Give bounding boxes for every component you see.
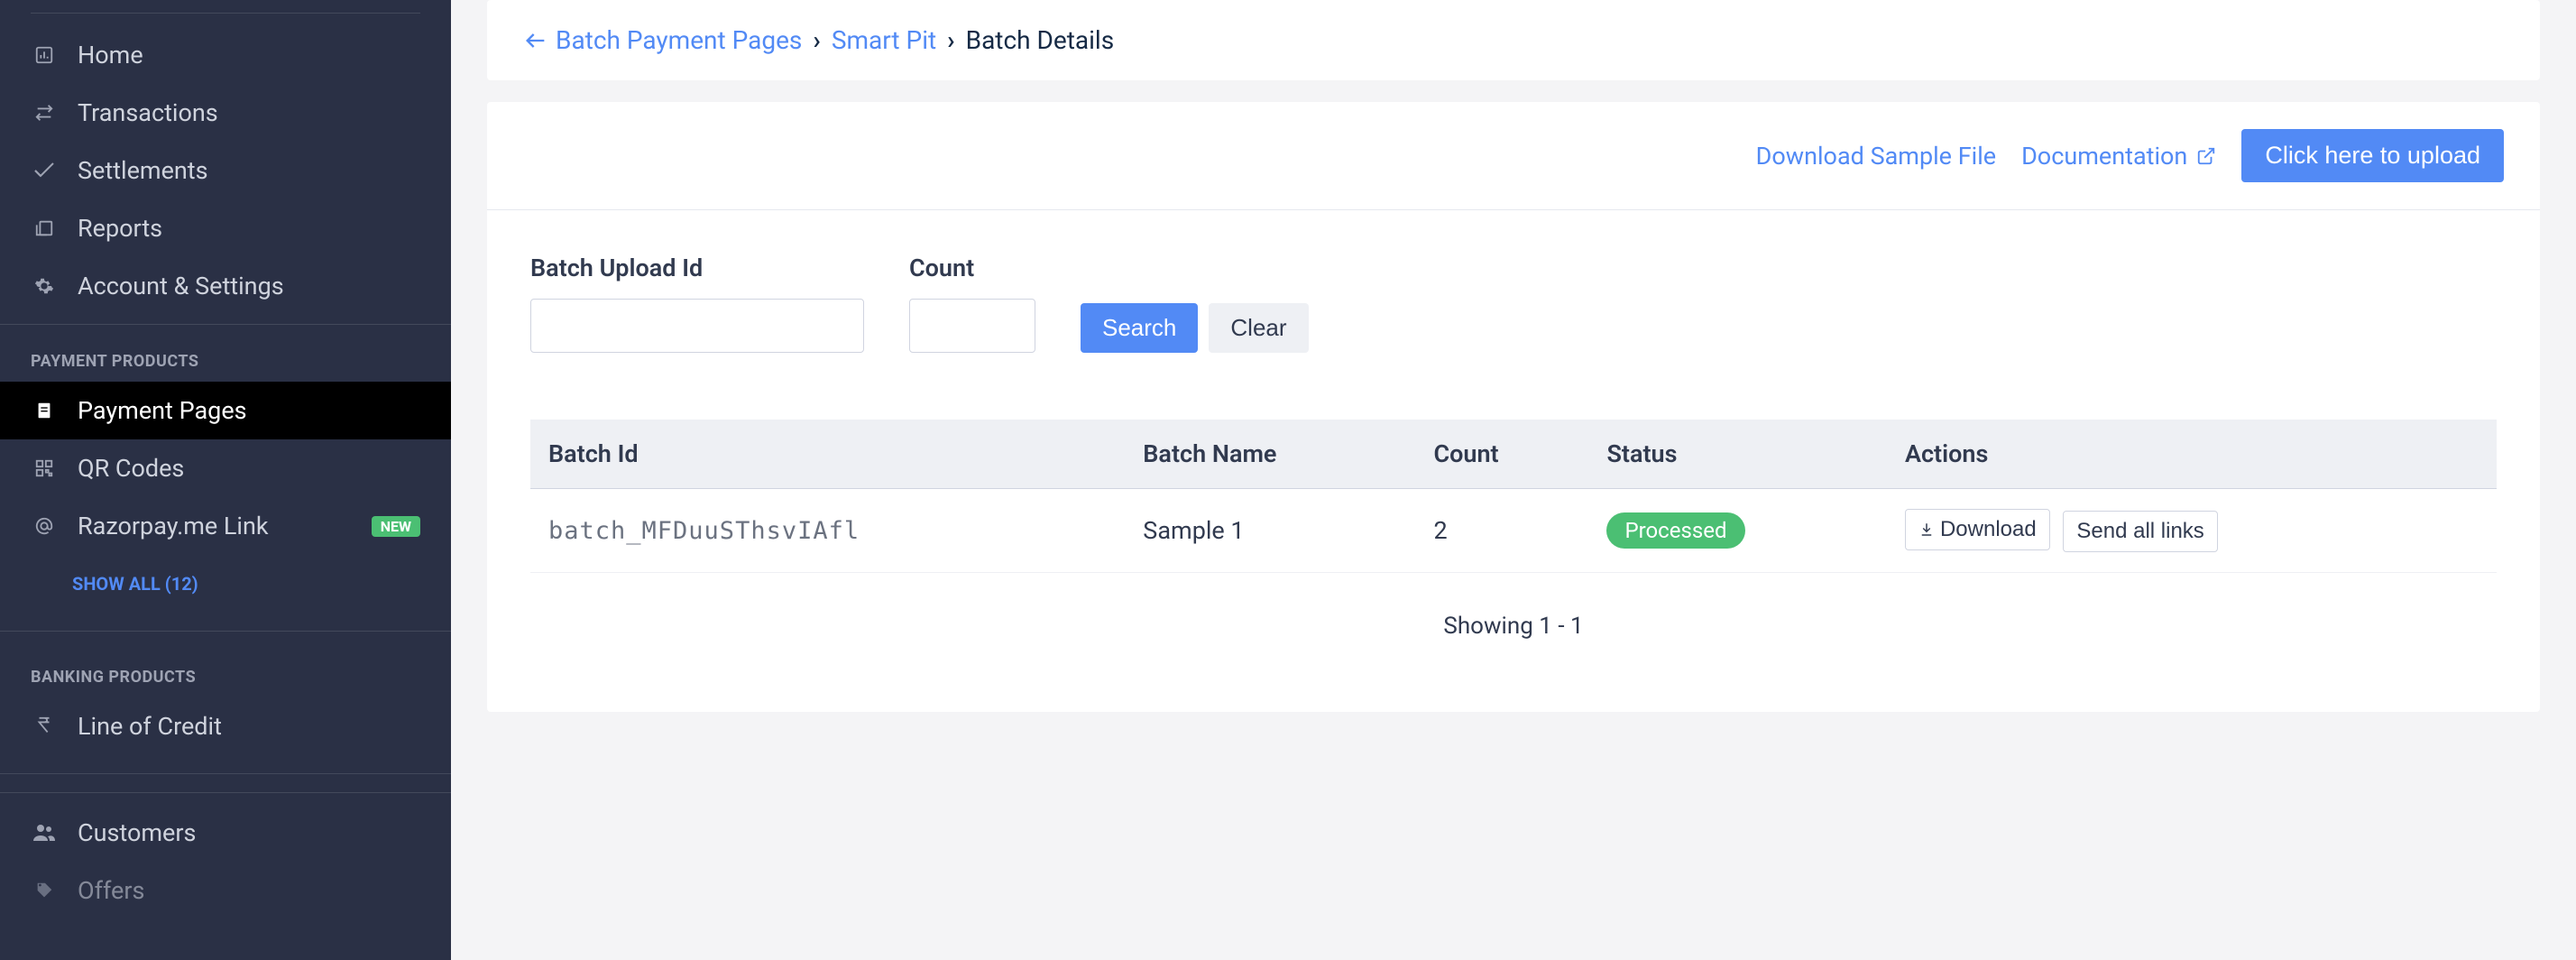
- breadcrumb-link-batch-payment-pages[interactable]: Batch Payment Pages: [556, 25, 802, 55]
- sidebar-item-line-of-credit[interactable]: Line of Credit: [0, 697, 451, 755]
- documentation-label: Documentation: [2021, 142, 2187, 171]
- sidebar-item-label: Transactions: [78, 98, 218, 127]
- download-icon: [1918, 522, 1935, 538]
- col-batch-name: Batch Name: [1125, 420, 1415, 489]
- pagination: Showing 1 - 1: [487, 573, 2540, 712]
- sidebar-item-account-settings[interactable]: Account & Settings: [0, 257, 451, 315]
- status-badge: Processed: [1606, 512, 1744, 549]
- table-header-row: Batch Id Batch Name Count Status Actions: [530, 420, 2497, 489]
- download-label: Download: [1940, 517, 2037, 542]
- table-row: batch_MFDuuSThsvIAfl Sample 1 2 Processe…: [530, 489, 2497, 573]
- sidebar-item-label: Account & Settings: [78, 272, 284, 300]
- chevron-right-icon: ›: [947, 25, 954, 55]
- batch-upload-id-input[interactable]: [530, 299, 864, 353]
- page-icon: [31, 397, 58, 424]
- sidebar-item-reports[interactable]: Reports: [0, 199, 451, 257]
- sidebar-item-razorpay-link[interactable]: Razorpay.me Link NEW: [0, 497, 451, 555]
- main-content: Batch Payment Pages › Smart Pit › Batch …: [451, 0, 2576, 960]
- breadcrumb-current: Batch Details: [966, 25, 1115, 55]
- sidebar-group-payment-products: PAYMENT PRODUCTS Payment Pages QR Codes …: [0, 324, 451, 632]
- filters: Batch Upload Id Count Search Clear: [487, 210, 2540, 420]
- sidebar-item-customers[interactable]: Customers: [0, 804, 451, 862]
- document-stack-icon: [31, 215, 58, 242]
- breadcrumb: Batch Payment Pages › Smart Pit › Batch …: [487, 0, 2540, 80]
- clear-button[interactable]: Clear: [1209, 303, 1308, 353]
- external-link-icon: [2196, 146, 2216, 166]
- batch-table: Batch Id Batch Name Count Status Actions…: [530, 420, 2497, 573]
- filter-count: Count: [909, 254, 1035, 353]
- sidebar-group-banking-products: BANKING PRODUCTS Line of Credit: [0, 641, 451, 774]
- qr-icon: [31, 455, 58, 482]
- sidebar-item-offers[interactable]: Offers: [0, 862, 451, 919]
- sidebar-item-label: Payment Pages: [78, 396, 247, 425]
- cell-batch-id: batch_MFDuuSThsvIAfl: [530, 489, 1125, 573]
- sidebar-item-payment-pages[interactable]: Payment Pages: [0, 382, 451, 439]
- swap-icon: [31, 99, 58, 126]
- sidebar-item-qr-codes[interactable]: QR Codes: [0, 439, 451, 497]
- cell-batch-name: Sample 1: [1125, 489, 1415, 573]
- documentation-link[interactable]: Documentation: [2021, 142, 2216, 171]
- cell-actions: Download Send all links: [1887, 489, 2497, 573]
- back-arrow-icon[interactable]: [523, 28, 548, 53]
- cell-status: Processed: [1588, 489, 1887, 573]
- filter-label: Count: [909, 254, 1035, 282]
- col-status: Status: [1588, 420, 1887, 489]
- sidebar-item-home[interactable]: Home: [0, 26, 451, 84]
- upload-button[interactable]: Click here to upload: [2241, 129, 2504, 182]
- sidebar-group-header: PAYMENT PRODUCTS: [0, 352, 451, 382]
- at-icon: [31, 512, 58, 540]
- gear-icon: [31, 272, 58, 300]
- sidebar-group-header: BANKING PRODUCTS: [0, 668, 451, 697]
- col-count: Count: [1415, 420, 1588, 489]
- search-button[interactable]: Search: [1081, 303, 1198, 353]
- sidebar-item-label: QR Codes: [78, 454, 184, 483]
- cell-count: 2: [1415, 489, 1588, 573]
- sidebar-item-label: Home: [78, 41, 143, 69]
- sidebar-item-label: Reports: [78, 214, 162, 243]
- sidebar: Home Transactions Settlements Reports Ac…: [0, 0, 451, 960]
- breadcrumb-link-smart-pit[interactable]: Smart Pit: [832, 25, 936, 55]
- sidebar-item-label: Line of Credit: [78, 712, 222, 741]
- tag-icon: [31, 877, 58, 904]
- sidebar-item-label: Customers: [78, 818, 196, 847]
- new-badge: NEW: [372, 516, 420, 537]
- bar-chart-icon: [31, 42, 58, 69]
- sidebar-item-label: Razorpay.me Link: [78, 512, 269, 540]
- download-sample-link[interactable]: Download Sample File: [1756, 142, 1996, 171]
- people-icon: [31, 819, 58, 846]
- download-button[interactable]: Download: [1905, 509, 2050, 550]
- toolbar: Download Sample File Documentation Click…: [487, 102, 2540, 210]
- sidebar-item-label: Settlements: [78, 156, 208, 185]
- sidebar-item-settlements[interactable]: Settlements: [0, 142, 451, 199]
- check-line-icon: [31, 157, 58, 184]
- col-actions: Actions: [1887, 420, 2497, 489]
- send-all-links-button[interactable]: Send all links: [2063, 511, 2217, 552]
- content-panel: Download Sample File Documentation Click…: [487, 102, 2540, 712]
- filter-batch-upload-id: Batch Upload Id: [530, 254, 864, 353]
- show-all-link[interactable]: SHOW ALL (12): [0, 555, 451, 613]
- count-input[interactable]: [909, 299, 1035, 353]
- chevron-right-icon: ›: [813, 25, 820, 55]
- rupee-icon: [31, 713, 58, 740]
- filter-label: Batch Upload Id: [530, 254, 864, 282]
- col-batch-id: Batch Id: [530, 420, 1125, 489]
- sidebar-item-label: Offers: [78, 876, 144, 905]
- sidebar-item-transactions[interactable]: Transactions: [0, 84, 451, 142]
